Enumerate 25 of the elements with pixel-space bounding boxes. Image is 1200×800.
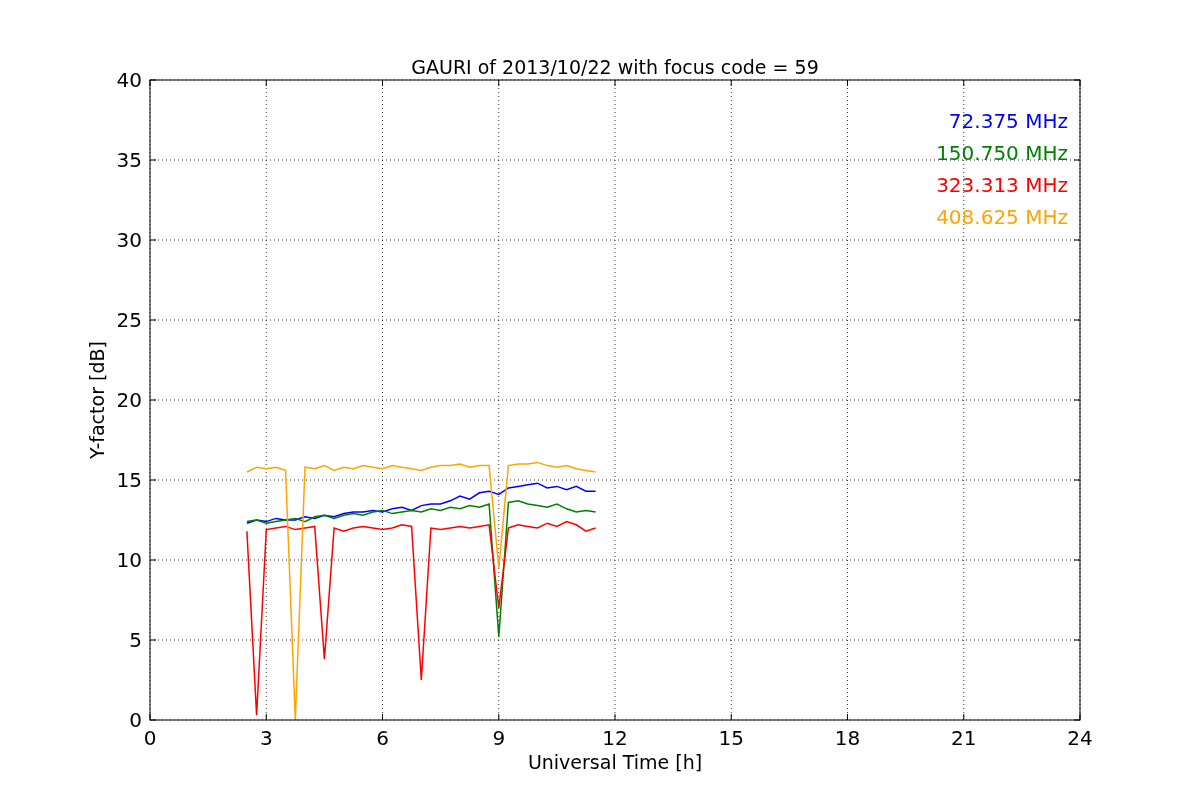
tick-label: 30 bbox=[116, 228, 142, 252]
tick-label: 24 bbox=[1067, 726, 1093, 750]
tick-label: 21 bbox=[951, 726, 977, 750]
tick-label: 3 bbox=[259, 726, 273, 750]
tick-label: 35 bbox=[116, 148, 142, 172]
tick-label: 25 bbox=[116, 308, 142, 332]
y-axis-label: Y-factor [dB] bbox=[86, 341, 108, 459]
tick-label: 5 bbox=[129, 628, 142, 652]
tick-label: 6 bbox=[376, 726, 389, 750]
tick-label: 12 bbox=[602, 726, 628, 750]
x-axis-label: Universal Time [h] bbox=[527, 751, 703, 773]
tick-label: 40 bbox=[116, 68, 142, 92]
legend-label: 323.313 MHz bbox=[936, 173, 1068, 197]
tick-label: 15 bbox=[116, 468, 142, 492]
tick-label: 0 bbox=[143, 726, 157, 750]
tick-label: 0 bbox=[129, 708, 142, 732]
legend-label: 150.750 MHz bbox=[936, 141, 1068, 165]
tick-label: 15 bbox=[718, 726, 744, 750]
tick-label: 20 bbox=[116, 388, 142, 412]
chart-title: GAURI of 2013/10/22 with focus code = 59 bbox=[411, 56, 819, 78]
legend-label: 408.625 MHz bbox=[936, 205, 1068, 229]
tick-label: 9 bbox=[492, 726, 506, 750]
tick-label: 10 bbox=[116, 548, 142, 572]
tick-label: 18 bbox=[834, 726, 861, 750]
legend-label: 72.375 MHz bbox=[948, 109, 1068, 133]
